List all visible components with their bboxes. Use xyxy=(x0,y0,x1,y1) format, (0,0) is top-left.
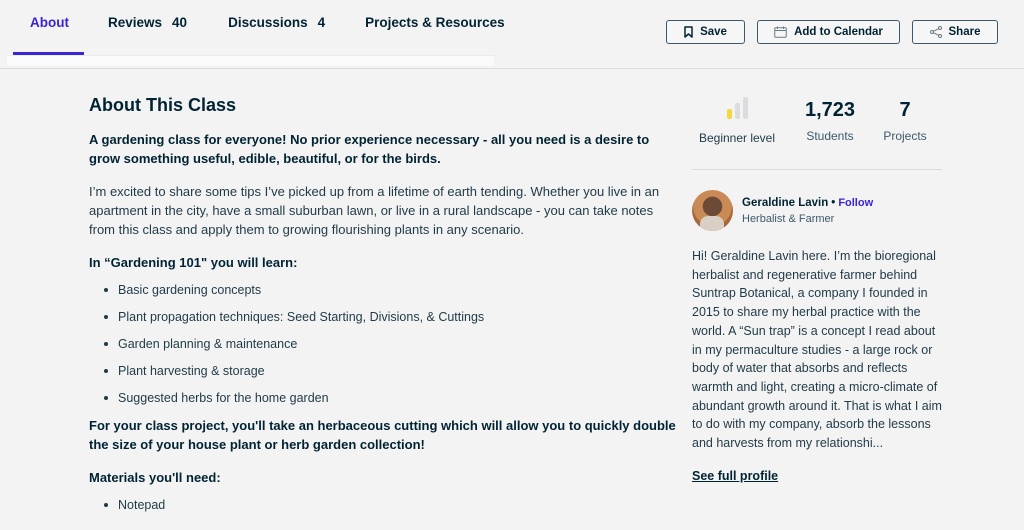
list-item: Suggested herbs for the home garden xyxy=(103,389,679,407)
list-item: Plant harvesting & storage xyxy=(103,362,679,380)
tab-label: About xyxy=(30,15,69,30)
section-title: About This Class xyxy=(89,95,237,115)
calendar-icon xyxy=(774,26,787,38)
students-count: 1,723 xyxy=(804,99,856,121)
lead-paragraph: A gardening class for everyone! No prior… xyxy=(89,132,650,166)
share-label: Share xyxy=(948,26,981,38)
level-bar xyxy=(734,103,740,119)
level-bars-icon xyxy=(684,95,790,123)
learn-heading: In “Gardening 101" you will learn: xyxy=(89,255,298,270)
calendar-label: Add to Calendar xyxy=(794,26,883,38)
tab-label: Reviews xyxy=(108,15,163,30)
teacher-bio: Hi! Geraldine Lavin here. I’m the bioreg… xyxy=(692,249,942,451)
follow-button[interactable]: Follow xyxy=(838,197,873,209)
projects-count: 7 xyxy=(899,99,911,121)
about-section: About This Class A gardening class for e… xyxy=(89,95,679,523)
intro-paragraph: I’m excited to share some tips I’ve pick… xyxy=(89,184,660,237)
teacher-avatar[interactable] xyxy=(692,190,733,231)
level-bar xyxy=(726,109,732,119)
action-buttons: Save Add to Calendar Share xyxy=(666,20,998,44)
tab-reviews[interactable]: Reviews 40 xyxy=(108,0,187,56)
tab-label: Projects & Resources xyxy=(365,15,505,30)
list-item: Garden planning & maintenance xyxy=(103,335,679,353)
add-to-calendar-button[interactable]: Add to Calendar xyxy=(757,20,900,44)
tab-list: About Reviews 40 Discussions 4 Projects & … xyxy=(13,0,505,56)
tab-count: 40 xyxy=(172,15,188,30)
teacher-info: Geraldine Lavin • Follow Herbalist & Farme… xyxy=(742,197,873,225)
materials-heading: Materials you'll need: xyxy=(89,470,221,485)
tab-count: 4 xyxy=(317,15,326,30)
save-label: Save xyxy=(700,26,727,38)
students-label: Students xyxy=(806,129,854,143)
separator-dot: • xyxy=(831,196,836,209)
tab-underline-strip xyxy=(7,55,494,66)
tab-label: Discussions xyxy=(228,15,308,30)
tab-projects-resources[interactable]: Projects & Resources xyxy=(365,0,505,56)
teacher-name[interactable]: Geraldine Lavin xyxy=(742,197,828,209)
level-stat: Beginner level xyxy=(684,95,790,169)
tab-discussions[interactable]: Discussions 4 xyxy=(228,0,325,56)
bookmark-icon xyxy=(684,26,693,38)
teacher-card: Geraldine Lavin • Follow Herbalist & Farme… xyxy=(692,190,942,231)
save-button[interactable]: Save xyxy=(666,20,745,44)
list-item: Plant propagation techniques: Seed Start… xyxy=(103,308,679,326)
teacher-name-row: Geraldine Lavin • Follow xyxy=(742,197,873,209)
class-sidebar: Beginner level 1,723 Students 7 Projects… xyxy=(692,95,942,485)
top-nav-bar: About Reviews 40 Discussions 4 Projects & … xyxy=(0,0,1024,69)
list-item: Notepad xyxy=(103,496,679,514)
materials-list: Notepad xyxy=(103,496,679,514)
see-full-profile-link[interactable]: See full profile xyxy=(692,469,778,483)
teacher-title: Herbalist & Farmer xyxy=(742,212,835,225)
share-icon xyxy=(929,26,942,38)
project-paragraph: For your class project, you'll take an h… xyxy=(89,418,676,452)
tab-about[interactable]: About xyxy=(13,0,84,56)
projects-label: Projects xyxy=(883,129,927,143)
level-bar xyxy=(742,97,748,119)
learn-list: Basic gardening concepts Plant propagati… xyxy=(103,281,679,407)
list-item: Basic gardening concepts xyxy=(103,281,679,299)
projects-stat: 7 Projects xyxy=(870,95,940,169)
students-stat: 1,723 Students xyxy=(790,95,870,169)
level-label: Beginner level xyxy=(698,131,776,145)
class-stats: Beginner level 1,723 Students 7 Projects xyxy=(692,95,942,170)
share-button[interactable]: Share xyxy=(912,20,998,44)
